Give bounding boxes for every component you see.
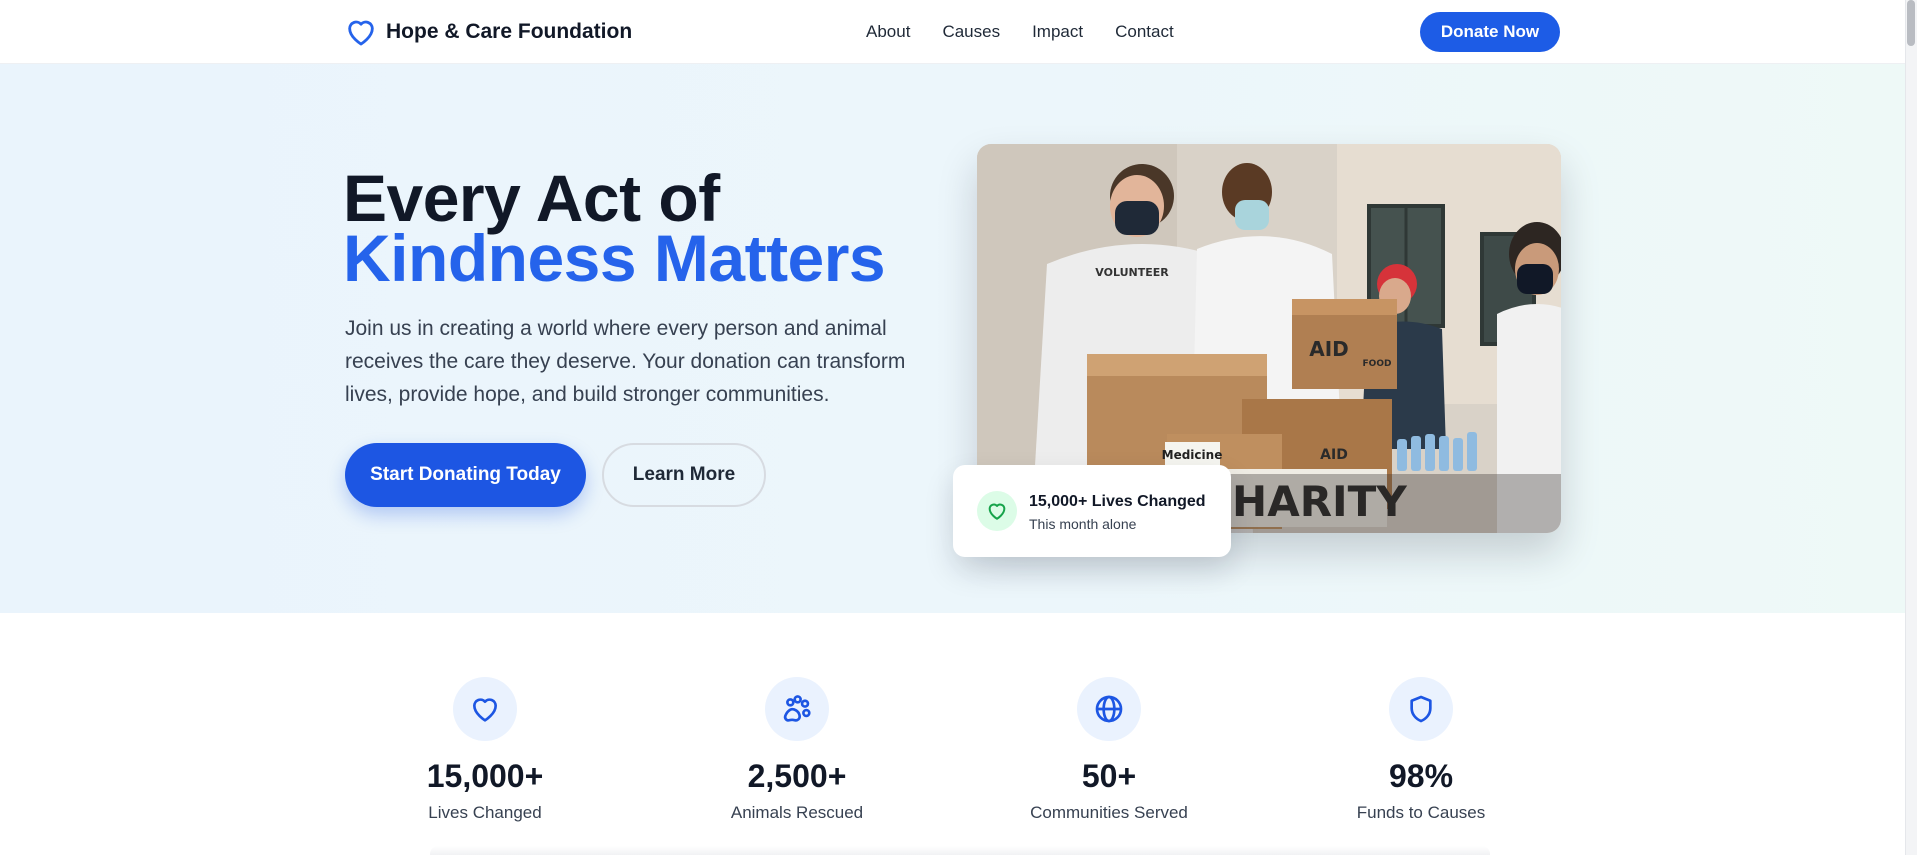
stat-animals-rescued: 2,500+ Animals Rescued xyxy=(647,677,947,823)
nav-causes[interactable]: Causes xyxy=(942,22,1000,42)
photo-label-volunteer: VOLUNTEER xyxy=(1095,266,1169,279)
hero-title-line1: Every Act of xyxy=(343,161,720,235)
stat-value: 50+ xyxy=(1081,758,1137,794)
nav-impact[interactable]: Impact xyxy=(1032,22,1083,42)
stat-value: 2,500+ xyxy=(747,758,847,794)
next-section-edge xyxy=(430,846,1490,855)
highlight-card: 15,000+ Lives Changed This month alone xyxy=(953,465,1231,557)
photo-label-food: FOOD xyxy=(1363,359,1392,369)
photo-label-aid-1: AID xyxy=(1309,337,1349,361)
paw-icon xyxy=(783,695,811,722)
heart-icon xyxy=(473,698,497,722)
scrollbar-thumb[interactable] xyxy=(1907,0,1915,46)
photo-label-aid-2: AID xyxy=(1320,447,1348,463)
stat-lives-changed: 15,000+ Lives Changed xyxy=(335,677,635,823)
stat-icon-badge xyxy=(1077,677,1141,741)
stat-label: Funds to Causes xyxy=(1356,803,1486,822)
stat-icon-badge xyxy=(1389,677,1453,741)
heart-icon xyxy=(988,503,1006,520)
heart-icon xyxy=(348,20,374,46)
main-nav: About Causes Impact Contact xyxy=(866,22,1174,42)
hero-description: Join us in creating a world where every … xyxy=(345,317,906,406)
stat-label: Communities Served xyxy=(1030,803,1188,822)
brand-name: Hope & Care Foundation xyxy=(386,20,633,43)
highlight-heart-badge xyxy=(977,491,1017,531)
hero-title-line2: Kindness Matters xyxy=(343,221,886,295)
stat-value: 15,000+ xyxy=(426,758,544,794)
stat-icon-badge xyxy=(453,677,517,741)
learn-more-button[interactable]: Learn More xyxy=(602,443,766,507)
site-header: Hope & Care Foundation About Causes Impa… xyxy=(0,0,1905,64)
hero-title: Every Act of Kindness Matters xyxy=(343,161,886,295)
nav-about[interactable]: About xyxy=(866,22,910,42)
brand-logo[interactable]: Hope & Care Foundation xyxy=(344,15,632,49)
photo-label-medicine: Medicine xyxy=(1162,448,1223,462)
globe-icon xyxy=(1095,695,1123,723)
stat-label: Animals Rescued xyxy=(730,803,864,822)
donate-now-button[interactable]: Donate Now xyxy=(1420,12,1560,52)
shield-icon xyxy=(1410,695,1432,723)
stat-label: Lives Changed xyxy=(428,803,542,822)
highlight-title: 15,000+ Lives Changed xyxy=(1029,493,1206,510)
stat-icon-badge xyxy=(765,677,829,741)
page-scrollbar[interactable] xyxy=(1905,0,1917,855)
nav-contact[interactable]: Contact xyxy=(1115,22,1174,42)
stat-funds-to-causes: 98% Funds to Causes xyxy=(1271,677,1571,823)
start-donating-button[interactable]: Start Donating Today xyxy=(345,443,586,507)
stat-communities-served: 50+ Communities Served xyxy=(959,677,1259,823)
stat-value: 98% xyxy=(1388,758,1454,794)
hero-section: Every Act of Kindness Matters Join us in… xyxy=(0,64,1905,613)
highlight-subtitle: This month alone xyxy=(1029,516,1137,532)
